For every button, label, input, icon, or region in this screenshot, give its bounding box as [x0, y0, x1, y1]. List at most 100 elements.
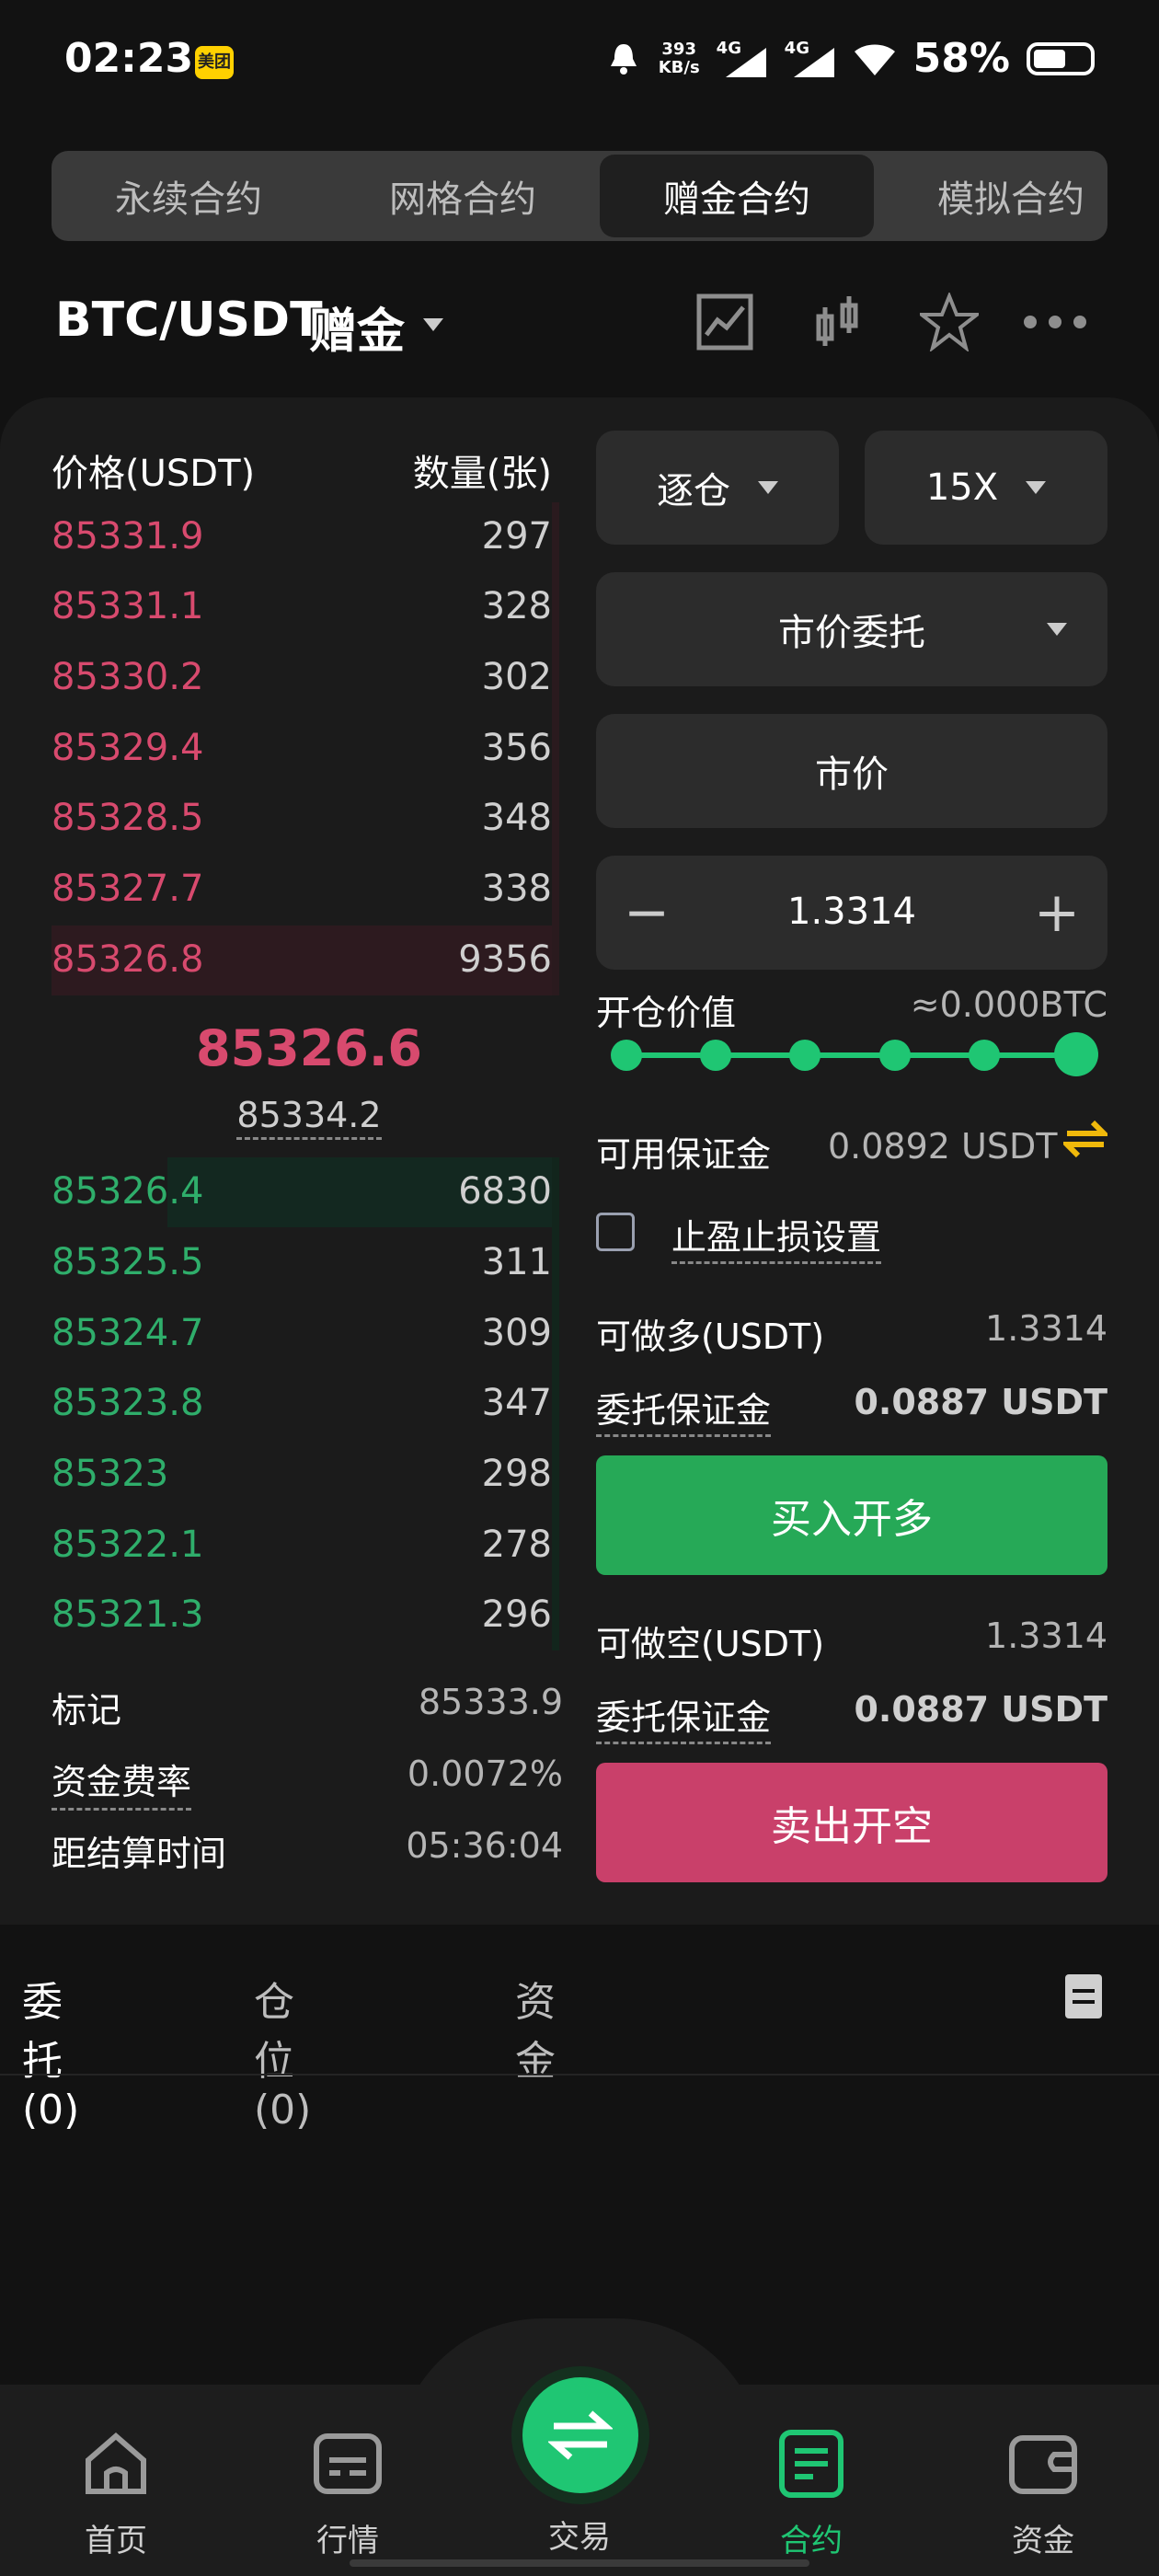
slider-step-80[interactable] — [969, 1040, 1000, 1071]
signal-1-label: 4G — [716, 38, 741, 58]
ask-price: 85330.2 — [52, 656, 204, 698]
short-available-label: 可做空(USDT) — [596, 1624, 825, 1664]
nav-assets-label: 资金 — [1012, 2523, 1074, 2559]
candlestick-icon[interactable] — [809, 293, 868, 351]
contract-type-tabs: 永续合约 网格合约 赠金合约 模拟合约 — [52, 151, 1107, 241]
ask-qty: 356 — [481, 727, 552, 769]
order-type-value: 市价委托 — [778, 612, 925, 654]
bid-qty: 298 — [481, 1453, 552, 1495]
last-price: 85326.6 — [196, 1019, 422, 1077]
trade-button[interactable] — [522, 2377, 638, 2493]
long-available-label: 可做多(USDT) — [596, 1317, 825, 1357]
short-margin-label-text: 委托保证金 — [596, 1697, 772, 1744]
nav-home[interactable]: 首页 — [52, 2429, 180, 2560]
nav-contracts[interactable]: 合约 — [747, 2429, 876, 2560]
status-icons: 393 KB/s 4G 4G 58% — [605, 35, 1095, 82]
bid-price: 85322.1 — [52, 1524, 204, 1566]
long-margin-label[interactable]: 委托保证金 — [596, 1382, 772, 1437]
bid-row[interactable]: 85326.4 6830 — [52, 1157, 552, 1227]
document-icon[interactable] — [1065, 1974, 1102, 2018]
bid-row[interactable]: 85321.3 296 — [52, 1581, 552, 1650]
ask-row[interactable]: 85328.5 348 — [52, 784, 552, 854]
bid-row[interactable]: 85325.5 311 — [52, 1228, 552, 1298]
slider-handle[interactable] — [1054, 1032, 1098, 1076]
nav-assets[interactable]: 资金 — [979, 2429, 1107, 2560]
tab-demo[interactable]: 模拟合约 — [874, 151, 1107, 241]
signal-2-label: 4G — [784, 38, 809, 58]
bid-qty: 296 — [481, 1593, 552, 1636]
tab-perpetual[interactable]: 永续合约 — [52, 151, 326, 241]
sell-short-button[interactable]: 卖出开空 — [596, 1763, 1107, 1882]
tab-grid[interactable]: 网格合约 — [326, 151, 600, 241]
ask-row[interactable]: 85326.8 9356 — [52, 926, 552, 995]
ask-qty: 338 — [481, 868, 552, 910]
short-margin-value: 0.0887 USDT — [854, 1689, 1107, 1730]
short-margin-label[interactable]: 委托保证金 — [596, 1689, 772, 1744]
ask-depth-bar — [552, 502, 559, 995]
star-icon[interactable] — [920, 293, 979, 351]
ask-qty: 348 — [481, 797, 552, 839]
tpsl-label[interactable]: 止盈止损设置 — [671, 1209, 882, 1264]
battery-percent: 58% — [912, 35, 1010, 82]
bid-qty: 309 — [481, 1312, 552, 1354]
home-indicator — [350, 2559, 809, 2567]
ask-qty: 9356 — [458, 938, 552, 981]
pair-symbol[interactable]: BTC/USDT — [55, 293, 323, 348]
stat-label: 资金费率 — [52, 1754, 192, 1811]
quantity-slider-track[interactable] — [625, 1052, 1076, 1058]
bid-qty: 347 — [481, 1382, 552, 1424]
available-margin-label: 可用保证金 — [596, 1134, 772, 1175]
nav-markets[interactable]: 行情 — [283, 2429, 412, 2560]
slider-step-60[interactable] — [879, 1040, 911, 1071]
net-speed-value: 393 — [661, 39, 696, 59]
chevron-down-icon[interactable] — [423, 318, 443, 331]
ask-price: 85329.4 — [52, 727, 204, 769]
slider-step-0[interactable] — [611, 1040, 642, 1071]
ask-row[interactable]: 85331.9 297 — [52, 502, 552, 572]
tab-bonus[interactable]: 赠金合约 — [600, 155, 874, 237]
ask-qty: 328 — [481, 585, 552, 627]
slider-step-40[interactable] — [789, 1040, 820, 1071]
bid-row[interactable]: 85323.8 347 — [52, 1369, 552, 1439]
ask-row[interactable]: 85329.4 356 — [52, 714, 552, 784]
ask-row[interactable]: 85330.2 302 — [52, 643, 552, 713]
bid-price: 85326.4 — [52, 1170, 204, 1213]
bid-depth-bar — [552, 1157, 559, 1650]
margin-mode-value: 逐仓 — [657, 470, 730, 512]
ask-row[interactable]: 85331.1 328 — [52, 572, 552, 642]
ask-price: 85327.7 — [52, 868, 204, 910]
order-type-select[interactable]: 市价委托 — [596, 572, 1107, 686]
mark-price[interactable]: 85334.2 — [52, 1095, 567, 1140]
nav-trade-label-wrap[interactable]: 交易 — [515, 2512, 644, 2557]
tpsl-checkbox[interactable] — [596, 1213, 635, 1251]
short-available-value: 1.3314 — [985, 1616, 1107, 1656]
price-field[interactable]: 市价 — [596, 714, 1107, 828]
bid-row[interactable]: 85323 298 — [52, 1440, 552, 1510]
buy-long-button[interactable]: 买入开多 — [596, 1455, 1107, 1575]
ask-row[interactable]: 85327.7 338 — [52, 855, 552, 925]
available-margin-value: 0.0892 USDT — [828, 1126, 1058, 1167]
transfer-icon[interactable] — [1063, 1119, 1107, 1159]
bid-qty: 6830 — [458, 1170, 552, 1213]
chart-icon[interactable] — [695, 293, 754, 351]
ask-price: 85326.8 — [52, 938, 204, 981]
bid-row[interactable]: 85322.1 278 — [52, 1511, 552, 1581]
leverage-select[interactable]: 15X — [865, 431, 1107, 545]
pair-badge[interactable]: 赠金 — [309, 293, 405, 362]
bid-price: 85323 — [52, 1453, 169, 1495]
chevron-down-icon — [1047, 623, 1067, 636]
slider-step-20[interactable] — [700, 1040, 731, 1071]
tab-positions[interactable]: 仓位(0) — [254, 1969, 311, 2133]
tab-funds[interactable]: 资金 — [515, 1969, 556, 2087]
margin-mode-select[interactable]: 逐仓 — [596, 431, 839, 545]
plus-button[interactable]: + — [1025, 878, 1089, 948]
more-icon[interactable] — [1021, 293, 1089, 351]
stat-value: 0.0072% — [407, 1754, 563, 1794]
divider — [0, 2074, 1159, 2076]
chevron-down-icon — [758, 481, 778, 494]
bid-qty: 278 — [481, 1524, 552, 1566]
tab-orders[interactable]: 委托(0) — [22, 1969, 79, 2133]
bid-row[interactable]: 85324.7 309 — [52, 1299, 552, 1369]
quantity-stepper: − 1.3314 + — [596, 856, 1107, 970]
nav-trade-label: 交易 — [548, 2519, 611, 2556]
